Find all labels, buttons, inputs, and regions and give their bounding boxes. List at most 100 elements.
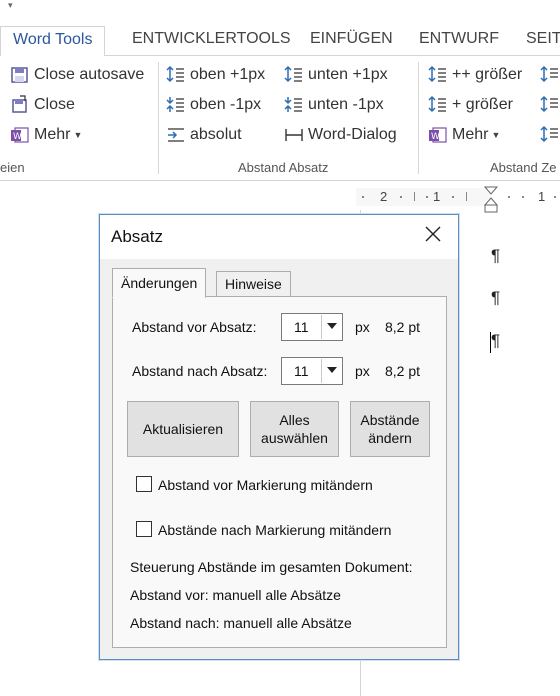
tab-word-tools[interactable]: Word Tools: [0, 26, 106, 57]
close-autosave-label: Close autosave: [34, 66, 145, 83]
svg-text:W: W: [431, 132, 440, 142]
plus-plus-groesser-button[interactable]: ++ größer: [428, 62, 522, 88]
ruler-number: 2: [380, 189, 388, 204]
word-dialog-label: Word-Dialog: [308, 126, 397, 143]
ruler-number: 1: [433, 189, 441, 204]
chevron-down-icon[interactable]: [321, 315, 341, 339]
plus-groesser-label: + größer: [452, 96, 513, 113]
svg-text:W: W: [13, 132, 22, 142]
ruler-number: 1: [538, 189, 546, 204]
ribbon-tab-row: Word Tools ENTWICKLERTOOLS EINFÜGEN ENTW…: [0, 22, 560, 57]
ruler-tick: [466, 192, 467, 201]
tab-hinweise[interactable]: Hinweise: [216, 271, 291, 297]
word-dialog-button[interactable]: Word-Dialog: [284, 122, 397, 148]
ruler-dot: [400, 196, 402, 198]
close-label: Close: [34, 96, 75, 113]
aktualisieren-label: Aktualisieren: [142, 421, 224, 437]
paragraph-mark[interactable]: ¶: [491, 331, 500, 351]
close-autosave-icon: [10, 65, 30, 85]
tab-entwicklertools[interactable]: ENTWICKLERTOOLS: [132, 26, 291, 56]
abstand-nach-value: 11: [294, 363, 309, 379]
auswaehlen-label: auswählen: [261, 430, 328, 446]
group-separator: [158, 62, 159, 174]
oben-minus-label: oben -1px: [190, 96, 262, 113]
ruler-tick: [414, 192, 415, 201]
ruler-dot: [554, 196, 556, 198]
ruler-margin-area: [356, 188, 490, 206]
oben-plus-label: oben +1px: [190, 66, 266, 83]
line-spacing-icon[interactable]: [540, 95, 560, 115]
spacing-up-icon: [284, 65, 304, 85]
abstaende-nach-markierung-checkbox[interactable]: [136, 521, 152, 537]
paragraph-mark[interactable]: ¶: [491, 246, 500, 266]
abstand-nach-pt: 8,2 pt: [385, 363, 421, 379]
abstand-vor-markierung-label: Abstand vor Markierung mitändern: [158, 477, 373, 493]
absatz-dialog: Absatz Änderungen Hinweise Abstand vor A…: [99, 214, 459, 660]
width-icon: [284, 125, 304, 145]
abstand-nach-combo[interactable]: 11: [281, 357, 343, 385]
mehr-button-1[interactable]: W Mehr ▼: [10, 122, 82, 148]
info-abstand-nach: Abstand nach: manuell alle Absätze: [130, 615, 352, 631]
word-icon: W: [10, 125, 30, 145]
paragraph-mark[interactable]: ¶: [491, 288, 500, 308]
line-spacing-icon[interactable]: [540, 125, 560, 145]
unit-px: px: [355, 363, 370, 379]
abstaende-label: Abstände: [360, 412, 420, 428]
ruler-dot: [452, 196, 454, 198]
ruler-dot: [522, 196, 524, 198]
close-icon[interactable]: [422, 223, 444, 245]
tab-panel: Abstand vor Absatz: 11 px 8,2 pt Abstand…: [112, 296, 447, 648]
close-autosave-button[interactable]: Close autosave: [10, 62, 144, 88]
tab-seite[interactable]: SEITI: [526, 26, 560, 56]
ribbon: Close autosave Close W Mehr ▼ oben +1px …: [0, 56, 560, 181]
line-spacing-icon[interactable]: [540, 65, 560, 85]
ruler-dot: [508, 196, 510, 198]
info-abstand-vor: Abstand vor: manuell alle Absätze: [130, 587, 341, 603]
alles-auswaehlen-button[interactable]: Alles auswählen: [250, 401, 339, 457]
dialog-titlebar[interactable]: Absatz: [100, 215, 458, 259]
oben-plus-button[interactable]: oben +1px: [166, 62, 265, 88]
aendern-label: ändern: [368, 430, 412, 446]
indent-marker-icon[interactable]: [483, 186, 499, 214]
abstand-vor-pt: 8,2 pt: [385, 319, 421, 335]
tab-entwurf[interactable]: ENTWURF: [419, 26, 499, 56]
spacing-down-icon: [284, 95, 304, 115]
unten-minus-button[interactable]: unten -1px: [284, 92, 384, 118]
text-cursor: [490, 332, 491, 353]
group-label-first: eien: [0, 160, 25, 175]
abstand-vor-label: Abstand vor Absatz:: [132, 319, 257, 335]
group-separator: [418, 62, 419, 174]
horizontal-ruler[interactable]: 2 1 1: [356, 186, 560, 213]
mehr-button-2[interactable]: W Mehr ▼: [428, 122, 500, 148]
abstand-vor-value: 11: [294, 319, 309, 335]
tab-aenderungen[interactable]: Änderungen: [112, 268, 207, 298]
group-label-abstand-zeilen: Abstand Ze: [490, 160, 557, 175]
line-spacing-icon: [428, 65, 448, 85]
line-spacing-icon: [428, 95, 448, 115]
abstand-vor-combo[interactable]: 11: [281, 313, 343, 341]
aktualisieren-button[interactable]: Aktualisieren: [127, 401, 239, 457]
chevron-down-icon: ▼: [491, 130, 501, 140]
chevron-down-icon[interactable]: [321, 359, 341, 383]
abstand-vor-markierung-checkbox[interactable]: [136, 476, 152, 492]
chevron-down-icon: ▼: [73, 130, 83, 140]
oben-minus-button[interactable]: oben -1px: [166, 92, 261, 118]
close-doc-icon: [10, 95, 30, 115]
quick-access-customize-icon[interactable]: ▾: [8, 0, 13, 10]
unten-minus-label: unten -1px: [308, 96, 384, 113]
unit-px: px: [355, 319, 370, 335]
spacing-up-icon: [166, 65, 186, 85]
abstaende-aendern-button[interactable]: Abstände ändern: [350, 401, 430, 457]
close-button[interactable]: Close: [10, 92, 75, 118]
ruler-dot: [362, 196, 364, 198]
unten-plus-button[interactable]: unten +1px: [284, 62, 388, 88]
alles-label: Alles: [279, 412, 310, 428]
plus-groesser-button[interactable]: + größer: [428, 92, 513, 118]
dialog-title: Absatz: [111, 227, 163, 246]
absolute-icon: [166, 125, 186, 145]
word-icon: W: [428, 125, 448, 145]
info-heading: Steuerung Abstände im gesamten Dokument:: [130, 559, 413, 575]
absolut-label: absolut: [190, 126, 242, 143]
tab-einfuegen[interactable]: EINFÜGEN: [310, 26, 393, 56]
absolut-button[interactable]: absolut: [166, 122, 242, 148]
